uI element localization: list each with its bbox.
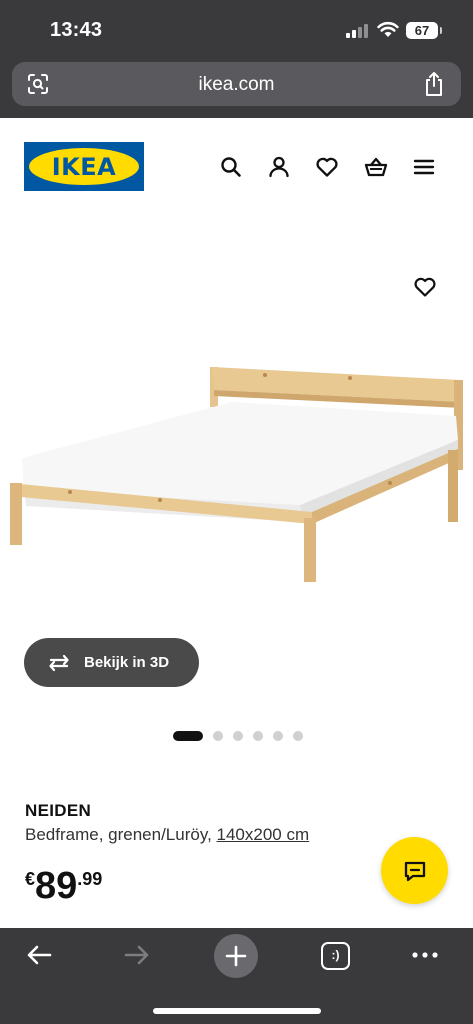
product-size-link[interactable]: 140x200 cm <box>217 825 310 844</box>
home-indicator <box>153 1008 321 1014</box>
status-time: 13:43 <box>50 19 103 41</box>
plus-icon <box>225 945 247 967</box>
price-currency: € <box>25 869 36 889</box>
browser-address-area: ikea.com <box>0 58 473 118</box>
view-in-3d-button[interactable]: Bekijk in 3D <box>24 638 199 687</box>
pagination-dot[interactable] <box>293 731 303 741</box>
status-bar: 13:43 67 <box>0 0 473 58</box>
new-tab-button[interactable] <box>214 934 258 978</box>
forward-arrow-icon[interactable] <box>122 940 152 970</box>
url-text: ikea.com <box>198 74 275 95</box>
address-bar[interactable]: ikea.com <box>12 62 461 106</box>
add-to-favourites-icon[interactable] <box>412 274 438 300</box>
pagination-dot[interactable] <box>173 731 203 741</box>
cellular-signal-icon <box>346 24 370 38</box>
product-name: NEIDEN <box>25 801 92 820</box>
view-in-3d-label: Bekijk in 3D <box>84 654 170 671</box>
tabs-button[interactable]: :) <box>321 942 350 970</box>
product-description-text: Bedframe, grenen/Luröy, <box>25 825 217 844</box>
search-icon[interactable] <box>218 154 244 180</box>
product-image[interactable] <box>0 340 473 640</box>
more-options-icon[interactable] <box>410 940 440 970</box>
logo-text: IKEA <box>51 152 117 181</box>
chat-button[interactable] <box>381 837 448 904</box>
pagination-dot[interactable] <box>253 731 263 741</box>
rotate-3d-icon <box>49 654 69 671</box>
product-price: €89.99 <box>25 865 102 908</box>
favourites-icon[interactable] <box>314 154 340 180</box>
battery-indicator: 67 <box>406 22 442 39</box>
basket-icon[interactable] <box>363 154 389 180</box>
share-icon[interactable] <box>423 71 445 97</box>
logo-oval: IKEA <box>29 148 139 185</box>
ikea-logo[interactable]: IKEA <box>24 142 144 191</box>
back-arrow-icon[interactable] <box>24 940 54 970</box>
pagination-dot[interactable] <box>213 731 223 741</box>
menu-icon[interactable] <box>411 154 437 180</box>
wifi-icon <box>377 21 399 37</box>
pagination-dot[interactable] <box>273 731 283 741</box>
price-decimal: .99 <box>77 869 103 889</box>
browser-toolbar: :) <box>0 928 473 1024</box>
gallery-pagination <box>173 731 303 741</box>
product-description: Bedframe, grenen/Luröy, 140x200 cm <box>25 825 309 845</box>
pagination-dot[interactable] <box>233 731 243 741</box>
chat-icon <box>404 861 425 881</box>
price-integer: 89 <box>35 865 78 907</box>
account-icon[interactable] <box>266 154 292 180</box>
